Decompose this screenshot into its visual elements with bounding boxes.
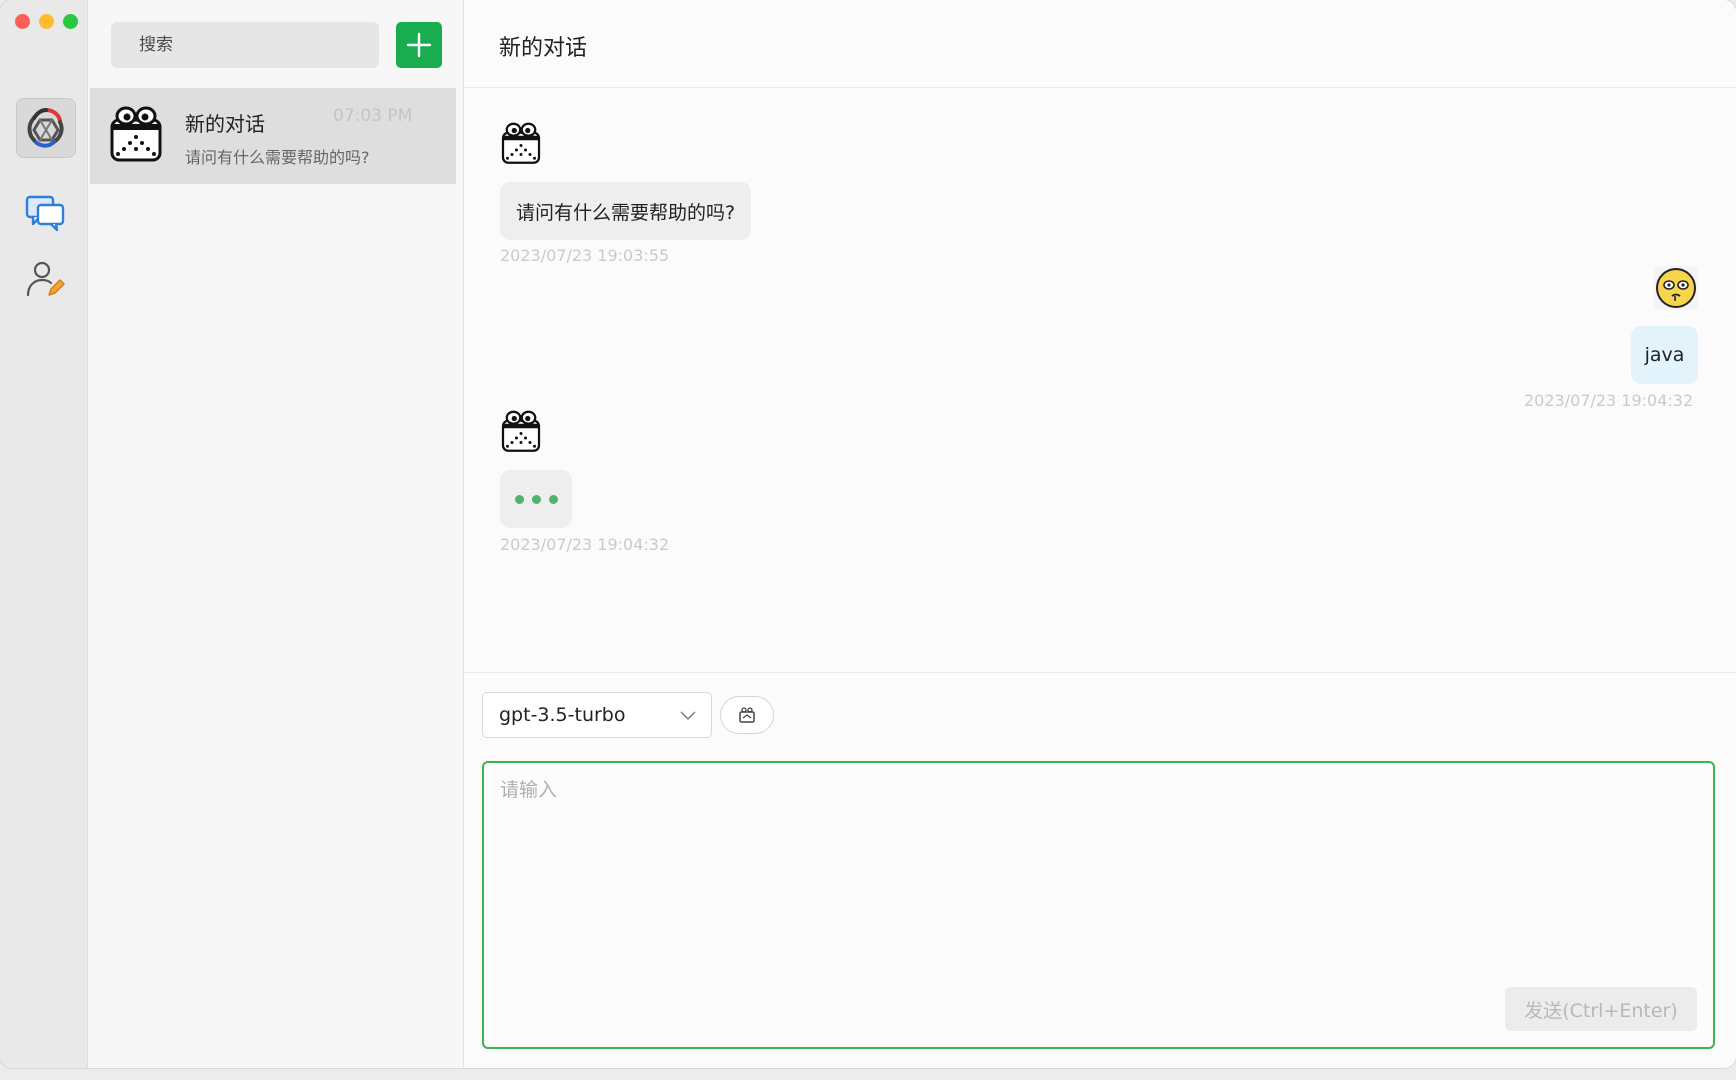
robot-avatar-icon xyxy=(110,106,162,162)
openai-logo-icon[interactable] xyxy=(16,98,76,158)
user-edit-icon xyxy=(26,261,65,297)
composer-divider xyxy=(464,672,1736,673)
message-timestamp: 2023/07/23 19:04:32 xyxy=(500,535,670,554)
conversation-time: 07:03 PM xyxy=(333,106,413,126)
conversation-list-panel: 新的对话 07:03 PM 请问有什么需要帮助的吗? xyxy=(88,0,464,1068)
conversation-preview: 请问有什么需要帮助的吗? xyxy=(185,148,370,167)
minimize-window-button[interactable] xyxy=(39,14,54,29)
maximize-window-button[interactable] xyxy=(63,14,78,29)
icon-rail xyxy=(0,0,88,1068)
chats-nav-button[interactable] xyxy=(24,192,66,234)
chat-header: 新的对话 xyxy=(464,0,1736,88)
new-conversation-button[interactable] xyxy=(396,22,442,68)
message-text: java xyxy=(1644,344,1685,366)
window-controls xyxy=(15,14,78,29)
user-message-bubble: java xyxy=(1631,326,1698,384)
message-timestamp: 2023/07/23 19:04:32 xyxy=(1524,391,1694,410)
message-timestamp: 2023/07/23 19:03:55 xyxy=(500,246,670,265)
send-button[interactable]: 发送(Ctrl+Enter) xyxy=(1505,987,1697,1031)
conversation-item[interactable]: 新的对话 07:03 PM 请问有什么需要帮助的吗? xyxy=(90,88,456,184)
chevron-down-icon xyxy=(680,711,696,721)
plus-icon xyxy=(406,32,432,58)
robot-avatar-icon xyxy=(501,410,541,452)
model-select[interactable]: gpt-3.5-turbo xyxy=(482,692,712,738)
close-window-button[interactable] xyxy=(15,14,30,29)
model-select-value: gpt-3.5-turbo xyxy=(499,704,626,726)
profile-nav-button[interactable] xyxy=(24,258,66,300)
user-avatar-icon xyxy=(1654,266,1698,310)
chat-bubbles-icon xyxy=(25,195,65,232)
typing-indicator xyxy=(500,494,572,504)
assistant-typing-bubble xyxy=(500,470,572,528)
message-input-area: 发送(Ctrl+Enter) xyxy=(482,761,1715,1049)
robot-icon xyxy=(739,707,755,723)
conversation-title: 新的对话 xyxy=(185,112,265,136)
message-text: 请问有什么需要帮助的吗? xyxy=(516,201,736,224)
chat-panel: 新的对话 请问有什么需要帮助的吗? 2023/07/23 19:03:55 ja… xyxy=(464,0,1736,1068)
robot-avatar-icon xyxy=(501,122,541,164)
app-window: 新的对话 07:03 PM 请问有什么需要帮助的吗? 新的对话 请问有什么需 xyxy=(0,0,1736,1068)
tool-button[interactable] xyxy=(720,696,774,734)
chat-title: 新的对话 xyxy=(499,36,588,61)
assistant-message-bubble: 请问有什么需要帮助的吗? xyxy=(500,182,752,240)
search-input[interactable] xyxy=(111,22,379,68)
